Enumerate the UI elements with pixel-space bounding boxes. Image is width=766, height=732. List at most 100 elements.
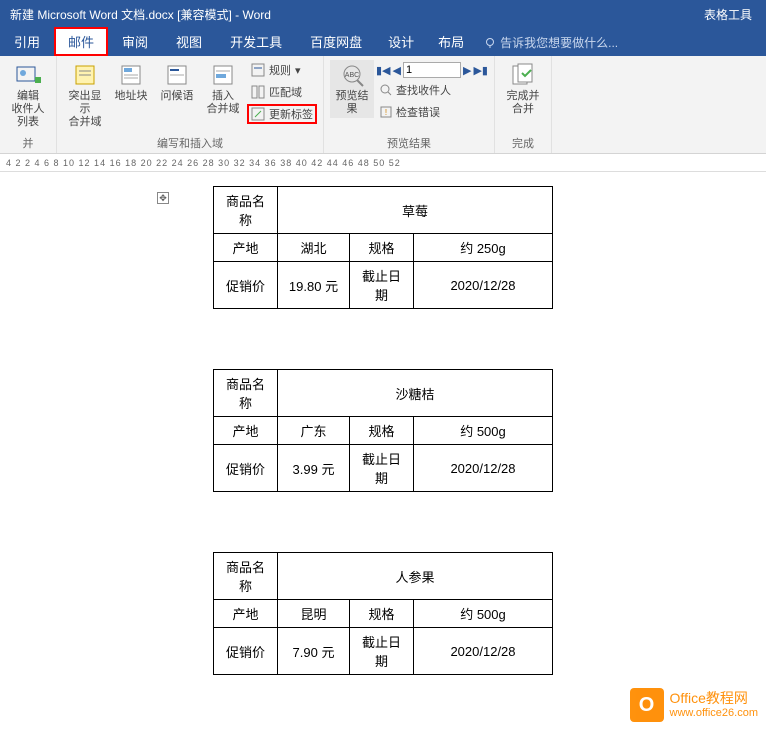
cell-label[interactable]: 产地 [214, 234, 278, 262]
insert-merge-icon [209, 62, 237, 88]
edit-recipients-button[interactable]: 编辑 收件人列表 [6, 60, 50, 132]
address-block-button[interactable]: 地址块 [109, 60, 153, 105]
highlight-icon [71, 62, 99, 88]
people-list-icon [14, 62, 42, 88]
table-move-handle[interactable]: ✥ [157, 192, 169, 204]
first-record-button[interactable]: ▮◀ [376, 64, 391, 77]
group-preview: ABC 预览结果 ▮◀ ◀ ▶ ▶▮ 查找收件人 ! 检查错误 [324, 56, 495, 153]
next-record-button[interactable]: ▶ [463, 64, 471, 77]
update-labels-label: 更新标签 [269, 106, 313, 122]
tab-baidu[interactable]: 百度网盘 [296, 27, 376, 56]
cell-label[interactable]: 产地 [214, 600, 278, 628]
tab-review[interactable]: 审阅 [108, 27, 162, 56]
group-start-label: 并 [23, 133, 34, 151]
cell-value[interactable]: 19.80 元 [278, 262, 350, 309]
window-title: 新建 Microsoft Word 文档.docx [兼容模式] - Word [0, 6, 271, 23]
cell-label[interactable]: 促销价 [214, 628, 278, 675]
cell-value[interactable]: 广东 [278, 417, 350, 445]
tell-me-text: 告诉我您想要做什么... [500, 34, 618, 51]
match-fields-label: 匹配域 [269, 84, 302, 100]
match-fields-button[interactable]: 匹配域 [247, 82, 317, 102]
preview-results-label: 预览结果 [332, 90, 372, 116]
record-number-input[interactable] [403, 62, 461, 78]
horizontal-ruler[interactable]: 4 2 2 4 6 8 10 12 14 16 18 20 22 24 26 2… [0, 154, 766, 172]
cell-label[interactable]: 产地 [214, 417, 278, 445]
search-icon [380, 84, 392, 96]
svg-text:!: ! [385, 108, 387, 117]
document-area[interactable]: ✥ 商品名称草莓 产地湖北规格约 250g 促销价19.80 元截止日期2020… [0, 172, 766, 732]
insert-merge-label: 插入 合并域 [207, 90, 240, 116]
finish-merge-label: 完成并合并 [503, 90, 543, 116]
watermark: O Office教程网 www.office26.com [630, 688, 758, 722]
edit-recipients-label: 编辑 收件人列表 [8, 90, 48, 130]
greeting-icon [163, 62, 191, 88]
cell-label[interactable]: 商品名称 [214, 370, 278, 417]
ribbon: 编辑 收件人列表 并 突出显示 合并域 地址块 问候语 插入 合并域 [0, 56, 766, 154]
tab-layout[interactable]: 布局 [426, 27, 476, 56]
page: ✥ 商品名称草莓 产地湖北规格约 250g 促销价19.80 元截止日期2020… [173, 186, 593, 675]
group-write-label: 编写和插入域 [157, 133, 223, 151]
find-recipient-button[interactable]: 查找收件人 [376, 80, 488, 100]
cell-label[interactable]: 商品名称 [214, 187, 278, 234]
data-table-3[interactable]: 商品名称人参果 产地昆明规格约 500g 促销价7.90 元截止日期2020/1… [213, 552, 553, 675]
address-block-label: 地址块 [115, 90, 148, 103]
check-errors-label: 检查错误 [396, 104, 440, 120]
cell-label[interactable]: 截止日期 [350, 628, 414, 675]
data-table-1[interactable]: 商品名称草莓 产地湖北规格约 250g 促销价19.80 元截止日期2020/1… [213, 186, 553, 309]
cell-value[interactable]: 2020/12/28 [414, 445, 553, 492]
cell-value[interactable]: 3.99 元 [278, 445, 350, 492]
cell-label[interactable]: 规格 [350, 234, 414, 262]
greeting-label: 问候语 [161, 90, 194, 103]
cell-value[interactable]: 约 500g [414, 600, 553, 628]
group-write-insert: 突出显示 合并域 地址块 问候语 插入 合并域 规则 ▾ [57, 56, 324, 153]
cell-label[interactable]: 促销价 [214, 445, 278, 492]
prev-record-button[interactable]: ◀ [393, 64, 401, 77]
cell-value[interactable]: 2020/12/28 [414, 628, 553, 675]
check-errors-icon: ! [380, 106, 392, 118]
cell-value[interactable]: 湖北 [278, 234, 350, 262]
tab-view[interactable]: 视图 [162, 27, 216, 56]
cell-label[interactable]: 促销价 [214, 262, 278, 309]
cell-value[interactable]: 沙糖桔 [278, 370, 553, 417]
tab-references[interactable]: 引用 [0, 27, 54, 56]
cell-value[interactable]: 约 250g [414, 234, 553, 262]
cell-label[interactable]: 规格 [350, 600, 414, 628]
cell-label[interactable]: 规格 [350, 417, 414, 445]
lightbulb-icon [484, 37, 496, 49]
highlight-merge-button[interactable]: 突出显示 合并域 [63, 60, 107, 132]
tab-developer[interactable]: 开发工具 [216, 27, 296, 56]
cell-value[interactable]: 7.90 元 [278, 628, 350, 675]
cell-value[interactable]: 约 500g [414, 417, 553, 445]
check-errors-button[interactable]: ! 检查错误 [376, 102, 488, 122]
last-record-button[interactable]: ▶▮ [473, 64, 488, 77]
rules-icon [251, 63, 265, 77]
cell-value[interactable]: 草莓 [278, 187, 553, 234]
contextual-tab-label: 表格工具 [690, 0, 766, 29]
cell-label[interactable]: 截止日期 [350, 445, 414, 492]
preview-results-button[interactable]: ABC 预览结果 [330, 60, 374, 118]
rules-button[interactable]: 规则 ▾ [247, 60, 317, 80]
watermark-url: www.office26.com [670, 707, 758, 719]
tell-me[interactable]: 告诉我您想要做什么... [476, 29, 626, 56]
cell-value[interactable]: 2020/12/28 [414, 262, 553, 309]
group-start: 编辑 收件人列表 并 [0, 56, 57, 153]
cell-value[interactable]: 昆明 [278, 600, 350, 628]
rules-label: 规则 [269, 62, 291, 78]
data-table-2[interactable]: 商品名称沙糖桔 产地广东规格约 500g 促销价3.99 元截止日期2020/1… [213, 369, 553, 492]
watermark-brand: Office教程网 [670, 691, 758, 706]
match-fields-icon [251, 85, 265, 99]
finish-merge-icon [509, 62, 537, 88]
cell-label[interactable]: 截止日期 [350, 262, 414, 309]
ribbon-tabs: 引用 邮件 审阅 视图 开发工具 百度网盘 设计 布局 告诉我您想要做什么... [0, 28, 766, 56]
greeting-line-button[interactable]: 问候语 [155, 60, 199, 105]
update-labels-button[interactable]: 更新标签 [247, 104, 317, 124]
finish-merge-button[interactable]: 完成并合并 [501, 60, 545, 118]
preview-icon: ABC [338, 62, 366, 88]
insert-merge-field-button[interactable]: 插入 合并域 [201, 60, 245, 118]
group-finish-label: 完成 [512, 133, 534, 151]
tab-mailings[interactable]: 邮件 [54, 27, 108, 56]
cell-value[interactable]: 人参果 [278, 553, 553, 600]
tab-design[interactable]: 设计 [376, 27, 426, 56]
cell-label[interactable]: 商品名称 [214, 553, 278, 600]
find-recipient-label: 查找收件人 [396, 82, 451, 98]
